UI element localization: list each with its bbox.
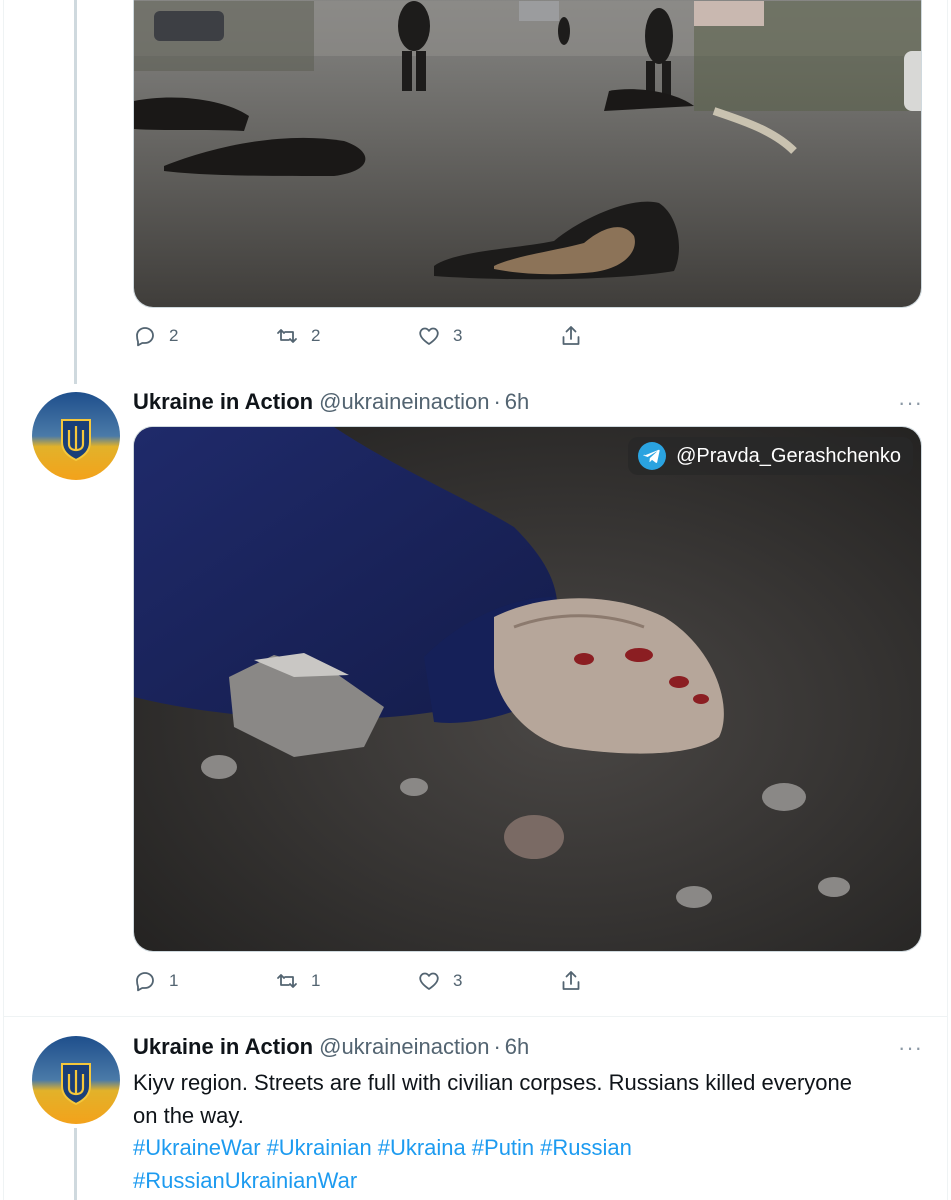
timestamp[interactable]: 6h — [505, 1034, 529, 1059]
author-handle[interactable]: @ukraineinaction — [319, 1034, 489, 1059]
like-button[interactable]: 3 — [417, 321, 462, 351]
avatar[interactable] — [32, 1036, 120, 1124]
like-button[interactable]: 3 — [417, 966, 462, 996]
tweet-image[interactable] — [133, 0, 922, 308]
ground-photo — [134, 427, 921, 951]
thread-connector — [74, 0, 77, 384]
hashtag-link[interactable]: #RussianUkrainianWar — [133, 1168, 357, 1193]
retweet-button[interactable]: 2 — [275, 321, 320, 351]
timestamp[interactable]: 6h — [505, 389, 529, 414]
hashtag-line: #UkraineWar #Ukrainian #Ukraina #Putin #Russ… — [133, 1131, 933, 1164]
share-icon — [562, 326, 580, 345]
hashtag-link[interactable]: #UkraineWar — [133, 1135, 261, 1160]
author-name[interactable]: Ukraine in Action — [133, 389, 313, 414]
separator-dot: · — [493, 1034, 501, 1059]
telegram-handle: @Pravda_Gerashchenko — [676, 444, 901, 467]
reply-icon — [136, 327, 154, 347]
retweet-count: 2 — [311, 326, 321, 345]
ukraine-trident-avatar — [32, 392, 120, 480]
retweet-icon — [277, 329, 297, 343]
hashtag-link[interactable]: #Ukraina — [378, 1135, 466, 1160]
more-options-icon[interactable]: ··· — [898, 390, 923, 416]
tweet-actions: 1 1 3 — [133, 966, 593, 996]
hashtag-link[interactable]: #Ukrainian — [267, 1135, 372, 1160]
thread-connector — [74, 1128, 77, 1200]
timeline-right-border — [947, 0, 948, 1200]
tweet-image[interactable]: @Pravda_Gerashchenko — [133, 426, 922, 952]
share-icon — [562, 971, 580, 990]
hashtags: #UkraineWar #Ukrainian #Ukraina #Putin #Russ… — [133, 1131, 933, 1197]
tweet-header: Ukraine in Action @ukraineinaction · 6h — [133, 1033, 529, 1061]
ukraine-trident-avatar — [32, 1036, 120, 1124]
tweet-header: Ukraine in Action @ukraineinaction · 6h — [133, 388, 529, 416]
reply-count: 1 — [169, 971, 179, 990]
reply-icon — [136, 972, 154, 992]
reply-button[interactable]: 2 — [133, 321, 178, 351]
timeline-left-border — [3, 0, 4, 1200]
street-photo — [134, 0, 921, 307]
separator-dot: · — [493, 389, 501, 414]
share-button[interactable] — [559, 966, 583, 996]
hashtag-link[interactable]: #Russian — [540, 1135, 632, 1160]
reply-button[interactable]: 1 — [133, 966, 178, 996]
more-options-icon[interactable]: ··· — [898, 1035, 923, 1061]
source-badge: @Pravda_Gerashchenko — [628, 437, 913, 475]
retweet-count: 1 — [311, 971, 321, 990]
like-count: 3 — [453, 971, 463, 990]
tweet-text: Kiyv region. Streets are full with civil… — [133, 1066, 933, 1132]
retweet-button[interactable]: 1 — [275, 966, 320, 996]
like-icon — [419, 327, 439, 345]
tweet-text-line: on the way. — [133, 1103, 244, 1128]
tweet-divider — [4, 1016, 947, 1017]
tweet-actions: 2 2 3 — [133, 321, 593, 351]
author-name[interactable]: Ukraine in Action — [133, 1034, 313, 1059]
share-button[interactable] — [559, 321, 583, 351]
avatar[interactable] — [32, 392, 120, 480]
like-count: 3 — [453, 326, 463, 345]
reply-count: 2 — [169, 326, 179, 345]
like-icon — [419, 972, 439, 990]
hashtag-link[interactable]: #Putin — [472, 1135, 534, 1160]
author-handle[interactable]: @ukraineinaction — [319, 389, 489, 414]
telegram-icon — [638, 442, 667, 470]
tweet-text-line: Kiyv region. Streets are full with civil… — [133, 1070, 852, 1095]
hashtag-line: #RussianUkrainianWar — [133, 1164, 933, 1197]
retweet-icon — [277, 974, 297, 988]
